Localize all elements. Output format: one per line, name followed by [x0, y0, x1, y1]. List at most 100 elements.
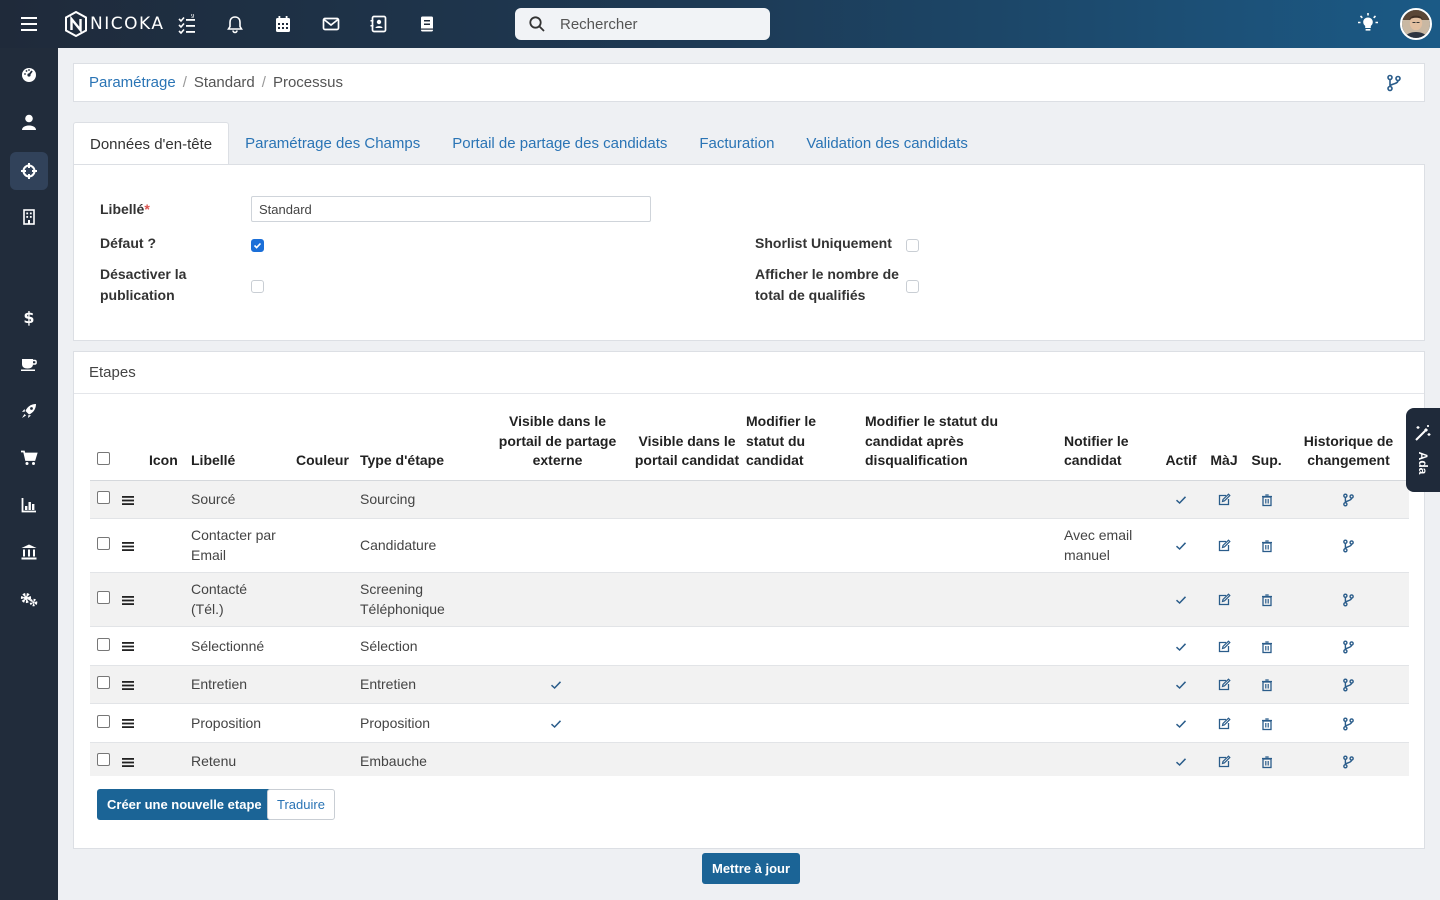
search-bar[interactable] — [515, 8, 770, 40]
tab-facturation[interactable]: Facturation — [683, 122, 790, 165]
table-row: Sourcé Sourcing — [90, 480, 1409, 519]
afficher-total-qualifies-checkbox[interactable] — [906, 280, 919, 293]
row-checkbox[interactable] — [97, 537, 110, 550]
row-visible-portail-candidat — [628, 665, 746, 704]
update-button[interactable]: Mettre à jour — [702, 853, 801, 884]
row-checkbox[interactable] — [97, 491, 110, 504]
mail-icon[interactable] — [321, 14, 341, 34]
etapes-table-scroll[interactable]: Icon Libellé Couleur Type d'étape Visibl… — [90, 412, 1409, 776]
sidebar-item-reports[interactable] — [10, 486, 48, 524]
trash-icon[interactable] — [1260, 493, 1274, 507]
sidebar-item-finance[interactable]: $ — [10, 298, 48, 336]
user-avatar[interactable] — [1400, 8, 1432, 40]
tasks-icon[interactable]: 9 — [177, 14, 197, 34]
row-visible-portail-externe — [487, 480, 628, 519]
row-checkbox[interactable] — [97, 637, 110, 651]
drag-handle-icon[interactable] — [122, 541, 134, 552]
row-checkbox[interactable] — [97, 676, 110, 689]
tab-parametrage-des-champs[interactable]: Paramétrage des Champs — [229, 122, 436, 165]
row-actif — [1159, 518, 1203, 573]
breadcrumb-separator: / — [261, 74, 266, 91]
col-visible-portail-candidat: Visible dans le portail candidat — [628, 412, 746, 481]
breadcrumb-parametrage[interactable]: Paramétrage — [89, 74, 176, 91]
edit-icon[interactable] — [1217, 717, 1231, 731]
select-all-checkbox[interactable] — [97, 452, 110, 465]
history-branch-icon[interactable] — [1342, 539, 1355, 553]
history-branch-icon[interactable] — [1342, 493, 1355, 507]
drag-handle-icon[interactable] — [122, 718, 134, 729]
ada-assistant-tab[interactable]: Ada — [1406, 408, 1440, 492]
edit-icon[interactable] — [1217, 493, 1231, 507]
drag-handle-icon[interactable] — [122, 757, 134, 768]
row-couleur — [296, 518, 360, 573]
trash-icon[interactable] — [1260, 593, 1274, 607]
row-couleur — [296, 626, 360, 666]
drag-handle-icon[interactable] — [122, 680, 134, 691]
history-branch-icon[interactable] — [1342, 640, 1355, 654]
sidebar-item-dashboard[interactable] — [10, 56, 48, 94]
trash-icon[interactable] — [1260, 717, 1274, 731]
col-modifier-statut-disqualification: Modifier le statut du candidat après disqu… — [865, 412, 1064, 481]
edit-icon[interactable] — [1217, 755, 1231, 769]
sidebar-item-companies[interactable] — [10, 198, 48, 236]
desactiver-publication-checkbox[interactable] — [251, 280, 264, 293]
translate-button[interactable]: Traduire — [267, 789, 335, 820]
drag-handle-icon[interactable] — [122, 641, 134, 652]
sidebar-item-candidates[interactable] — [10, 103, 48, 141]
sidebar-item-projects[interactable] — [10, 392, 48, 430]
check-icon — [1174, 640, 1188, 654]
user-icon — [22, 114, 36, 130]
check-icon — [1174, 717, 1188, 731]
history-branch-icon[interactable] — [1342, 678, 1355, 692]
app-logo[interactable]: NICOKA — [64, 11, 164, 37]
row-checkbox[interactable] — [97, 753, 110, 766]
calendar-icon[interactable] — [273, 14, 293, 34]
row-modifier-statut — [746, 572, 865, 627]
trash-icon[interactable] — [1260, 678, 1274, 692]
edit-icon[interactable] — [1217, 640, 1231, 654]
trash-icon[interactable] — [1260, 539, 1274, 553]
libelle-input[interactable] — [251, 196, 651, 222]
notifications-bell-icon[interactable] — [225, 14, 245, 34]
drag-handle-icon[interactable] — [122, 595, 134, 606]
hamburger-menu-icon[interactable] — [17, 13, 41, 35]
history-branch-icon[interactable] — [1342, 717, 1355, 731]
trash-icon[interactable] — [1260, 640, 1274, 654]
history-branch-icon[interactable] — [1342, 755, 1355, 769]
tab-donnees-en-tete[interactable]: Données d'en-tête — [73, 122, 230, 166]
trash-icon[interactable] — [1260, 755, 1274, 769]
create-etape-button[interactable]: Créer une nouvelle etape — [97, 789, 272, 820]
row-visible-portail-candidat — [628, 742, 746, 776]
etapes-panel: Etapes Icon Libellé Couleur Type d'étape… — [73, 351, 1425, 849]
row-visible-portail-externe — [487, 703, 628, 743]
row-checkbox[interactable] — [97, 591, 110, 604]
lightbulb-icon[interactable] — [1357, 12, 1379, 34]
edit-icon[interactable] — [1217, 678, 1231, 692]
building-icon — [23, 209, 35, 225]
desactiver-publication-label: Désactiver la publication — [100, 266, 187, 303]
sidebar-item-timesheets[interactable] — [10, 345, 48, 383]
sidebar-item-jobs[interactable] — [10, 152, 48, 190]
shortlist-checkbox[interactable] — [906, 239, 919, 252]
sidebar-item-institution[interactable] — [10, 533, 48, 571]
contacts-book-icon[interactable] — [369, 14, 389, 34]
drag-handle-icon[interactable] — [122, 495, 134, 506]
col-notifier-candidat: Notifier le candidat — [1064, 412, 1159, 481]
sidebar-item-purchases[interactable] — [10, 439, 48, 477]
row-checkbox[interactable] — [97, 714, 110, 728]
tab-validation-des-candidats[interactable]: Validation des candidats — [790, 122, 984, 165]
etapes-table: Icon Libellé Couleur Type d'étape Visibl… — [90, 412, 1409, 776]
edit-icon[interactable] — [1217, 539, 1231, 553]
history-branch-icon[interactable] — [1386, 74, 1402, 92]
header-data-form: Libellé* Défaut ? Désactiver lapublicati… — [73, 164, 1425, 341]
edit-icon[interactable] — [1217, 593, 1231, 607]
table-row: Proposition Proposition — [90, 703, 1409, 743]
row-type-etape: Proposition — [360, 703, 487, 743]
search-input[interactable] — [560, 15, 750, 33]
notebook-icon[interactable] — [417, 14, 437, 34]
defaut-checkbox[interactable] — [251, 239, 264, 252]
history-branch-icon[interactable] — [1342, 593, 1355, 607]
tab-portail-de-partage[interactable]: Portail de partage des candidats — [436, 122, 683, 165]
breadcrumb-standard[interactable]: Standard — [194, 74, 255, 91]
sidebar-item-settings[interactable] — [10, 580, 48, 618]
